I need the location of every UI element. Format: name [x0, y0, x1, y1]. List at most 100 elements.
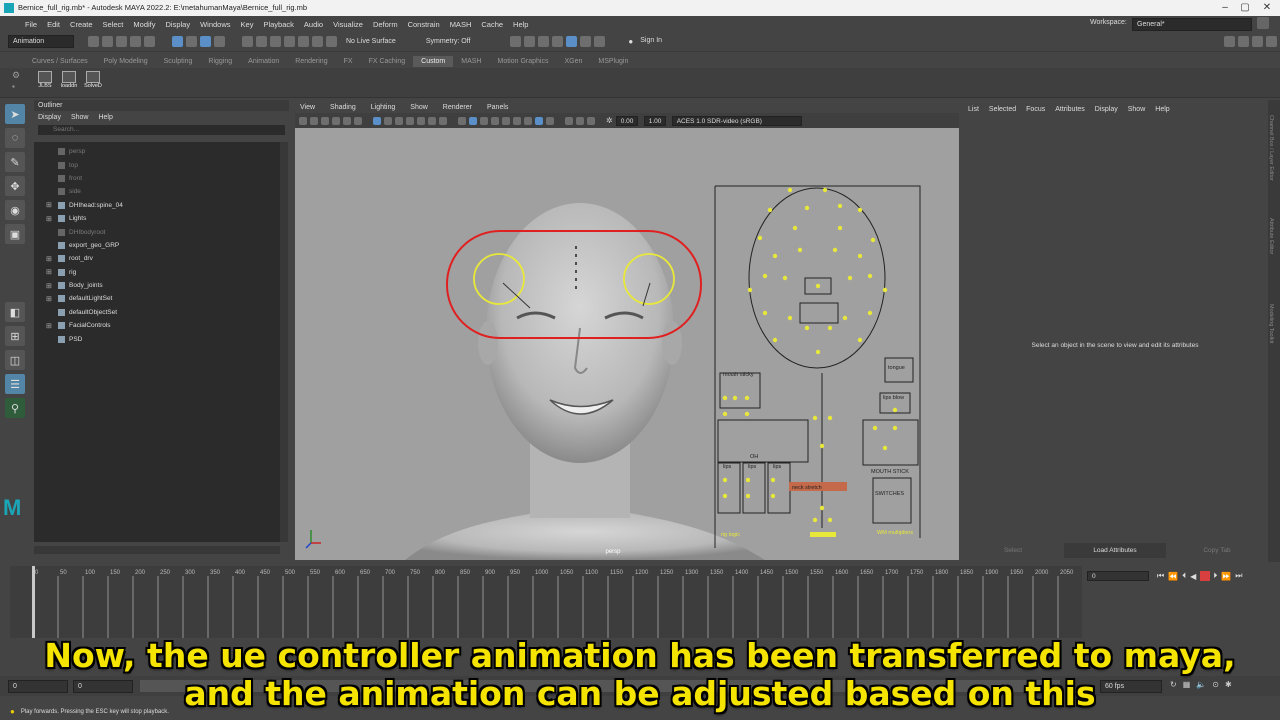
menu-playback[interactable]: Playback: [263, 20, 293, 29]
menu-audio[interactable]: Audio: [304, 20, 323, 29]
open-scene-icon[interactable]: [102, 36, 113, 47]
rig-control-dot[interactable]: [882, 445, 888, 451]
menu-file[interactable]: File: [25, 20, 37, 29]
attr-menu-display[interactable]: Display: [1095, 106, 1118, 113]
rig-control-dot[interactable]: [745, 493, 751, 499]
rig-control-dot[interactable]: [787, 187, 793, 193]
ipr-render-icon[interactable]: [538, 36, 550, 47]
outliner-item[interactable]: ⊞ Lights: [34, 212, 280, 225]
shelf-button-loaddn[interactable]: loaddn: [58, 71, 80, 89]
shelf-tab-rendering[interactable]: Rendering: [287, 56, 335, 67]
shelf-tab-fx[interactable]: FX: [336, 56, 361, 67]
rig-control-dot[interactable]: [722, 477, 728, 483]
viewport-menu-panels[interactable]: Panels: [487, 104, 508, 111]
channel-box-icon[interactable]: [1266, 36, 1277, 47]
attr-menu-show[interactable]: Show: [1128, 106, 1146, 113]
outliner-hscrollbar[interactable]: [34, 546, 280, 554]
step-forward-key-icon[interactable]: ⏩: [1221, 572, 1231, 581]
wireframe-on-shaded-icon[interactable]: [480, 116, 488, 125]
select-button[interactable]: Select: [962, 543, 1064, 558]
outliner-item[interactable]: ⊞ DHIhead:spine_04: [34, 199, 280, 212]
rig-control-dot[interactable]: [827, 325, 833, 331]
viewport-menu-view[interactable]: View: [300, 104, 315, 111]
rig-control-dot[interactable]: [867, 273, 873, 279]
rig-control-dot[interactable]: [847, 275, 853, 281]
rig-control-dot[interactable]: [842, 315, 848, 321]
shelf-tabs-icon[interactable]: ▪: [12, 82, 15, 91]
rig-control-dot[interactable]: [782, 275, 788, 281]
viewport-menu-shading[interactable]: Shading: [330, 104, 356, 111]
rig-control-dot[interactable]: [747, 287, 753, 293]
rig-control-dot[interactable]: [770, 477, 776, 483]
step-back-key-icon[interactable]: ⏪: [1168, 572, 1178, 581]
rig-control-dot[interactable]: [772, 253, 778, 259]
rig-control-dot[interactable]: [792, 225, 798, 231]
shelf-tab-mash[interactable]: MASH: [453, 56, 489, 67]
workspace-lock-icon[interactable]: [1257, 17, 1269, 29]
maximize-icon[interactable]: ▢: [1236, 1, 1254, 15]
rig-control-dot[interactable]: [892, 425, 898, 431]
smooth-shade-icon[interactable]: [469, 116, 477, 125]
rig-control-dot[interactable]: [804, 325, 810, 331]
single-pane-icon[interactable]: ◧: [5, 302, 25, 322]
render-frame-icon[interactable]: [524, 36, 536, 47]
snap-live-icon[interactable]: [312, 36, 323, 47]
shelf-tab-curves-surfaces[interactable]: Curves / Surfaces: [24, 56, 96, 67]
camera-select-icon[interactable]: [299, 116, 307, 125]
rig-control-dot[interactable]: [797, 247, 803, 253]
menu-display[interactable]: Display: [166, 20, 191, 29]
rig-control-dot[interactable]: [787, 315, 793, 321]
depth-of-field-icon[interactable]: [587, 116, 595, 125]
shelf-tab-custom[interactable]: Custom: [413, 55, 454, 67]
viewport-menu-renderer[interactable]: Renderer: [443, 104, 472, 111]
lasso-tool-icon[interactable]: ◌: [5, 128, 25, 148]
exposure-field[interactable]: 0.00: [615, 115, 638, 126]
paint-select-icon[interactable]: ✎: [5, 152, 25, 172]
rig-control-dot[interactable]: [812, 517, 818, 523]
select-mask-icon[interactable]: [214, 36, 225, 47]
outliner-item[interactable]: persp: [34, 145, 280, 158]
rig-control-dot[interactable]: [819, 443, 825, 449]
shelf-tab-motion-graphics[interactable]: Motion Graphics: [490, 56, 557, 67]
outliner-menu-display[interactable]: Display: [38, 114, 61, 121]
safe-action-icon[interactable]: [428, 116, 436, 125]
side-tab-modeling-toolkit[interactable]: Modeling Toolkit: [1268, 284, 1274, 364]
hypershade-icon[interactable]: [566, 36, 578, 47]
wireframe-icon[interactable]: [458, 116, 466, 125]
outliner-item[interactable]: ⊞ defaultLightSet: [34, 292, 280, 305]
menu-select[interactable]: Select: [103, 20, 124, 29]
current-frame-field[interactable]: 0: [1087, 571, 1149, 581]
rig-control-dot[interactable]: [722, 395, 728, 401]
expand-icon[interactable]: ⊞: [46, 282, 54, 290]
rig-control-dot[interactable]: [722, 493, 728, 499]
four-pane-icon[interactable]: ⊞: [5, 326, 25, 346]
outliner-item[interactable]: ⊞ rig: [34, 266, 280, 279]
outliner-item[interactable]: front: [34, 172, 280, 185]
anti-alias-icon[interactable]: [576, 116, 584, 125]
rig-control-dot[interactable]: [812, 415, 818, 421]
bookmark-icon[interactable]: [321, 116, 329, 125]
redo-icon[interactable]: [144, 36, 155, 47]
outliner-layout-icon[interactable]: ☰: [5, 374, 25, 394]
expand-icon[interactable]: ⊞: [46, 268, 54, 276]
rig-control-dot[interactable]: [745, 477, 751, 483]
component-mode-icon[interactable]: [186, 36, 197, 47]
viewport-menu-lighting[interactable]: Lighting: [371, 104, 396, 111]
snap-vertex-icon[interactable]: [326, 36, 337, 47]
shelf-button-solved[interactable]: SolveD: [82, 71, 104, 89]
snap-point-icon[interactable]: [270, 36, 281, 47]
expand-icon[interactable]: ⊞: [46, 201, 54, 209]
outliner-item[interactable]: side: [34, 185, 280, 198]
menu-key[interactable]: Key: [241, 20, 254, 29]
motion-blur-icon[interactable]: [565, 116, 573, 125]
shelf-tab-msplugin[interactable]: MSPlugin: [590, 56, 636, 67]
shelf-tab-poly-modeling[interactable]: Poly Modeling: [96, 56, 156, 67]
rig-control-dot[interactable]: [819, 505, 825, 511]
rig-control-dot[interactable]: [892, 407, 898, 413]
side-tab-attribute-editor[interactable]: Attribute Editor: [1268, 196, 1274, 276]
current-time-marker[interactable]: [32, 566, 35, 638]
rig-control-dot[interactable]: [757, 235, 763, 241]
select-tool-icon[interactable]: ➤: [5, 104, 25, 124]
time-slider[interactable]: 0 50 100 150 200 250 300 350 400 450 500 550 600 650 7…: [10, 566, 1082, 638]
outliner-item[interactable]: ⊞ Body_joints: [34, 279, 280, 292]
